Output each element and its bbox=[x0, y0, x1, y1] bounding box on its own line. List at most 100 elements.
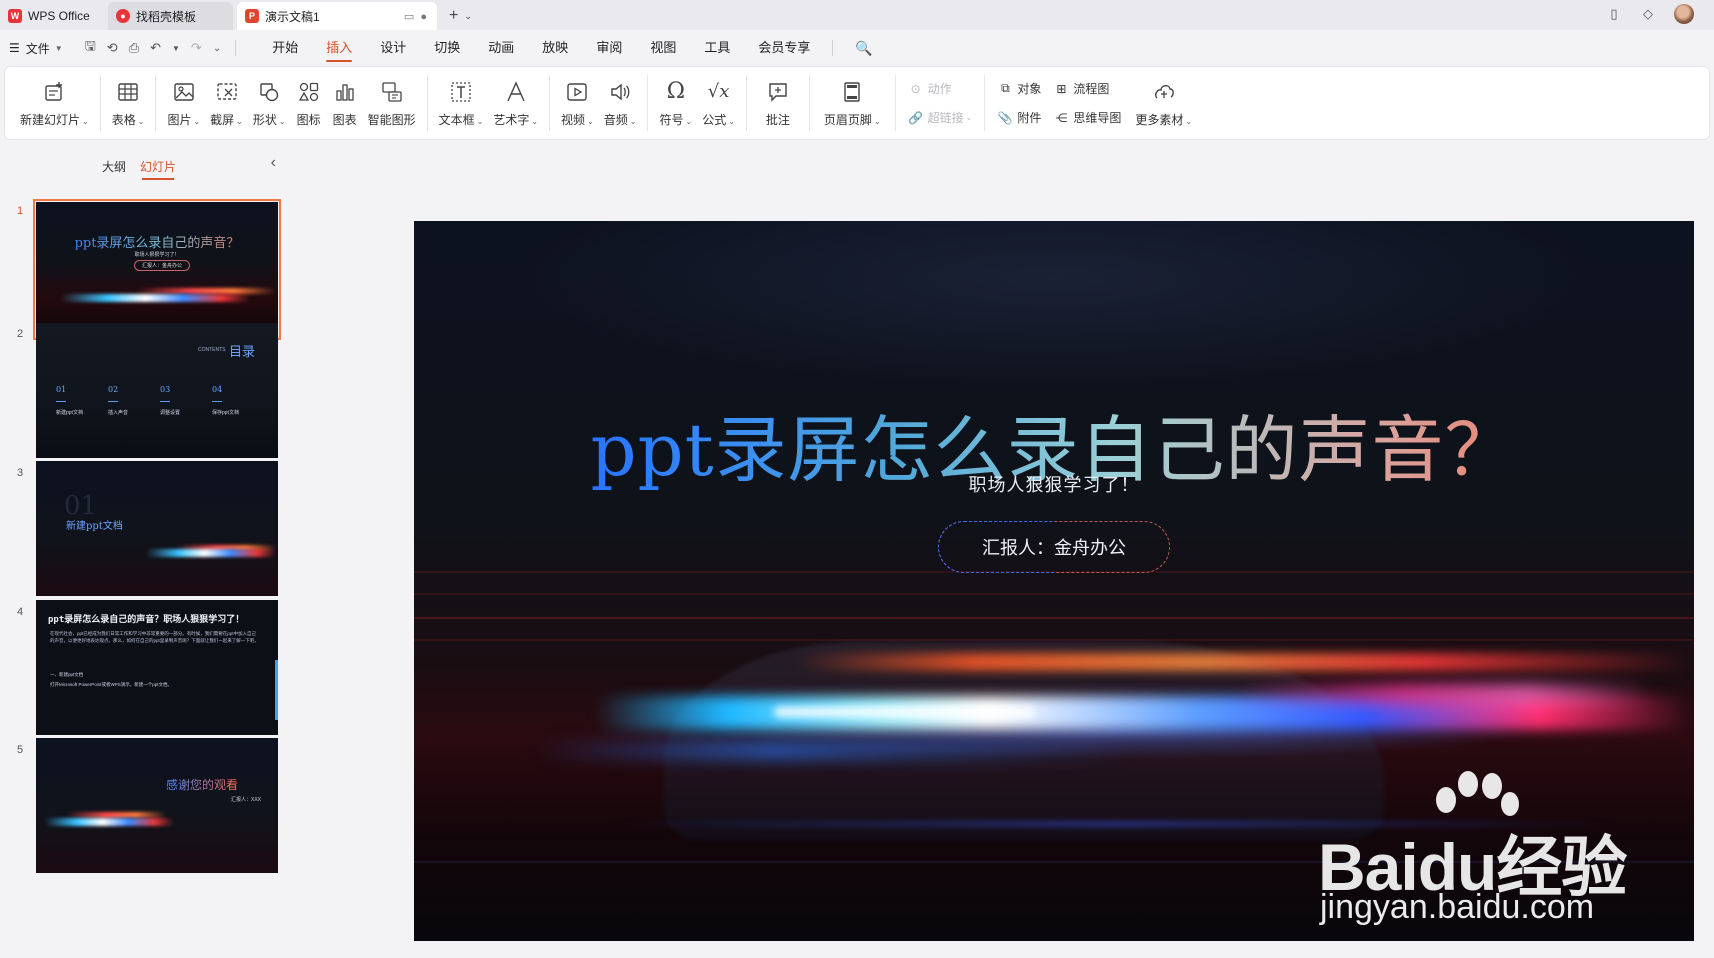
tab-wps-office[interactable]: W WPS Office bbox=[0, 2, 104, 30]
print-preview-icon[interactable]: ⎙ bbox=[129, 40, 139, 56]
tab-animations[interactable]: 动画 bbox=[474, 30, 528, 66]
chevron-down-icon: ⌄ bbox=[587, 116, 594, 126]
ribbon-tabs: 开始 插入 设计 切换 动画 放映 审阅 视图 工具 会员专享 bbox=[258, 30, 824, 66]
new-tab-button[interactable]: + ⌄ bbox=[449, 2, 472, 30]
more-material-button[interactable]: 更多素材 ⌄ bbox=[1127, 72, 1200, 134]
wordart-button[interactable]: 艺术字 ⌄ bbox=[488, 72, 543, 134]
textbox-button[interactable]: 文本框 ⌄ bbox=[434, 72, 489, 134]
thumb-light-streak bbox=[44, 818, 174, 826]
chevron-down-icon[interactable]: ⌄ bbox=[464, 11, 472, 22]
undo-icon[interactable]: ↶ bbox=[150, 40, 161, 56]
tab-outline[interactable]: 大纲 bbox=[102, 158, 126, 175]
symbol-label: 符号 bbox=[659, 112, 684, 127]
icon-label: 图标 bbox=[296, 112, 321, 127]
slide-subtitle[interactable]: 职场人狠狠学习了！ bbox=[414, 471, 1694, 497]
chevron-down-icon: ⌄ bbox=[629, 116, 637, 126]
symbol-button[interactable]: Ω 符号 ⌄ bbox=[654, 72, 697, 134]
object-button[interactable]: ⧉ 对象 bbox=[997, 80, 1041, 97]
action-button[interactable]: ⊙ 动作 bbox=[908, 80, 973, 97]
divider bbox=[235, 40, 237, 56]
tab-insert[interactable]: 插入 bbox=[312, 30, 366, 66]
slide-thumbnail-4[interactable]: ppt录屏怎么录自己的声音？职场人狠狠学习了！ 在现代社会，ppt已经成为我们日… bbox=[36, 600, 278, 735]
tab-tools[interactable]: 工具 bbox=[690, 30, 744, 66]
action-label: 动作 bbox=[927, 82, 952, 96]
shape-button[interactable]: 形状 ⌄ bbox=[248, 72, 291, 134]
audio-label: 音频 bbox=[603, 112, 628, 127]
tab-slideshow[interactable]: 放映 bbox=[528, 30, 582, 66]
icons-icon bbox=[296, 79, 322, 105]
slide-canvas[interactable]: ppt录屏怎么录自己的声音？ 职场人狠狠学习了！ 汇报人：金舟办公 bbox=[414, 221, 1694, 941]
collapse-panel-icon[interactable]: ‹ bbox=[271, 154, 276, 172]
video-icon bbox=[564, 79, 590, 105]
cube-icon[interactable]: ◇ bbox=[1640, 6, 1656, 22]
video-label: 视频 bbox=[561, 112, 586, 127]
header-footer-button[interactable]: 页眉页脚 ⌄ bbox=[816, 72, 889, 134]
chevron-down-icon: ⌄ bbox=[137, 116, 145, 126]
file-label: 文件 bbox=[25, 41, 50, 56]
tab-controls[interactable]: ▭ ● bbox=[404, 10, 427, 23]
flow-mind-group: ⊞ 流程图 ⋲ 思维导图 bbox=[1047, 80, 1127, 126]
chart-button[interactable]: 图表 bbox=[327, 72, 363, 134]
hyperlink-button[interactable]: 🔗 超链接 ⌄ bbox=[908, 109, 972, 126]
light-streak-ground bbox=[614, 821, 1614, 827]
slide-thumbnail-1[interactable]: ppt录屏怎么录自己的声音？ 职场人狠狠学习了！ 汇报人：金舟办公 bbox=[33, 199, 281, 340]
decor-line bbox=[414, 861, 1694, 863]
object-attachment-group: ⧉ 对象 📎 附件 bbox=[991, 80, 1047, 126]
tab-home[interactable]: 开始 bbox=[258, 30, 312, 66]
formula-button[interactable]: √x 公式 ⌄ bbox=[697, 72, 740, 134]
undo-dropdown-icon[interactable]: ▼ bbox=[172, 44, 180, 53]
flowchart-button[interactable]: ⊞ 流程图 bbox=[1053, 80, 1121, 97]
avatar[interactable] bbox=[1674, 4, 1694, 24]
audio-button[interactable]: 音频 ⌄ bbox=[599, 72, 642, 134]
chart-label: 图表 bbox=[332, 112, 357, 127]
wps-logo-icon: W bbox=[8, 9, 22, 23]
chevron-down-icon: ⌄ bbox=[873, 116, 881, 126]
attachment-button[interactable]: 📎 附件 bbox=[997, 109, 1042, 126]
slide-thumbnail-3[interactable]: 01 新建ppt文档 bbox=[36, 461, 278, 596]
format-painter-icon[interactable]: ⟲ bbox=[107, 40, 118, 56]
tab-template[interactable]: ● 找稻壳模板 bbox=[108, 2, 233, 30]
video-button[interactable]: 视频 ⌄ bbox=[556, 72, 599, 134]
table-button[interactable]: 表格 ⌄ bbox=[107, 72, 150, 134]
picture-button[interactable]: 图片 ⌄ bbox=[162, 72, 205, 134]
tab-view[interactable]: 视图 bbox=[636, 30, 690, 66]
tab-design[interactable]: 设计 bbox=[366, 30, 420, 66]
tab-presentation[interactable]: P 演示文稿1 ▭ ● bbox=[237, 2, 437, 30]
smartart-button[interactable]: 智能图形 bbox=[363, 72, 421, 134]
comment-button[interactable]: 批注 bbox=[753, 72, 803, 134]
thumb-light-streak bbox=[146, 549, 276, 557]
reporter-pill[interactable]: 汇报人：金舟办公 bbox=[938, 521, 1170, 573]
divider bbox=[894, 75, 896, 131]
slide-thumbnail-5[interactable]: 感谢您的观看 汇报人：XXX bbox=[36, 738, 278, 873]
tab-label: 演示文稿1 bbox=[265, 9, 320, 24]
light-streak-core bbox=[774, 707, 1034, 717]
tab-transitions[interactable]: 切换 bbox=[420, 30, 474, 66]
divider bbox=[99, 75, 101, 131]
picture-label: 图片 bbox=[167, 112, 192, 127]
thumb-title: ppt录屏怎么录自己的声音？职场人狠狠学习了！ bbox=[48, 615, 245, 625]
tab-member[interactable]: 会员专享 bbox=[744, 30, 824, 66]
plus-icon: + bbox=[449, 7, 459, 24]
textbox-icon bbox=[448, 79, 474, 105]
new-slide-button[interactable]: 新建幻灯片 ⌄ bbox=[15, 72, 94, 134]
chart-icon bbox=[332, 79, 358, 105]
toc-label: 新建ppt文档 bbox=[56, 410, 83, 416]
save-icon[interactable]: 🖫 bbox=[85, 37, 96, 59]
more-dropdown-icon[interactable]: ⌄ bbox=[213, 43, 221, 54]
omega-icon: Ω bbox=[666, 79, 685, 104]
layout-icon[interactable]: ▯ bbox=[1606, 6, 1622, 22]
redo-icon[interactable]: ↷ bbox=[191, 40, 202, 56]
file-menu[interactable]: ☰ 文件 ▼ bbox=[9, 40, 63, 57]
thumb-subtitle: 职场人狠狠学习了！ bbox=[134, 252, 180, 258]
unsaved-dot-icon[interactable]: ● bbox=[420, 11, 427, 23]
icon-button[interactable]: 图标 bbox=[291, 72, 327, 134]
toc-num: 02 bbox=[108, 385, 119, 394]
search-icon[interactable]: 🔍 bbox=[855, 40, 872, 57]
screenshot-button[interactable]: 截屏 ⌄ bbox=[205, 72, 248, 134]
light-streak-red bbox=[794, 653, 1694, 671]
tab-slides[interactable]: 幻灯片 bbox=[140, 158, 176, 180]
slide-thumbnail-2[interactable]: CONTENTS 目录 01 02 03 04 新建ppt文档 插入声音 调整设… bbox=[36, 323, 278, 458]
mindmap-button[interactable]: ⋲ 思维导图 bbox=[1053, 109, 1121, 126]
tab-review[interactable]: 审阅 bbox=[582, 30, 636, 66]
monitor-icon[interactable]: ▭ bbox=[404, 11, 414, 23]
